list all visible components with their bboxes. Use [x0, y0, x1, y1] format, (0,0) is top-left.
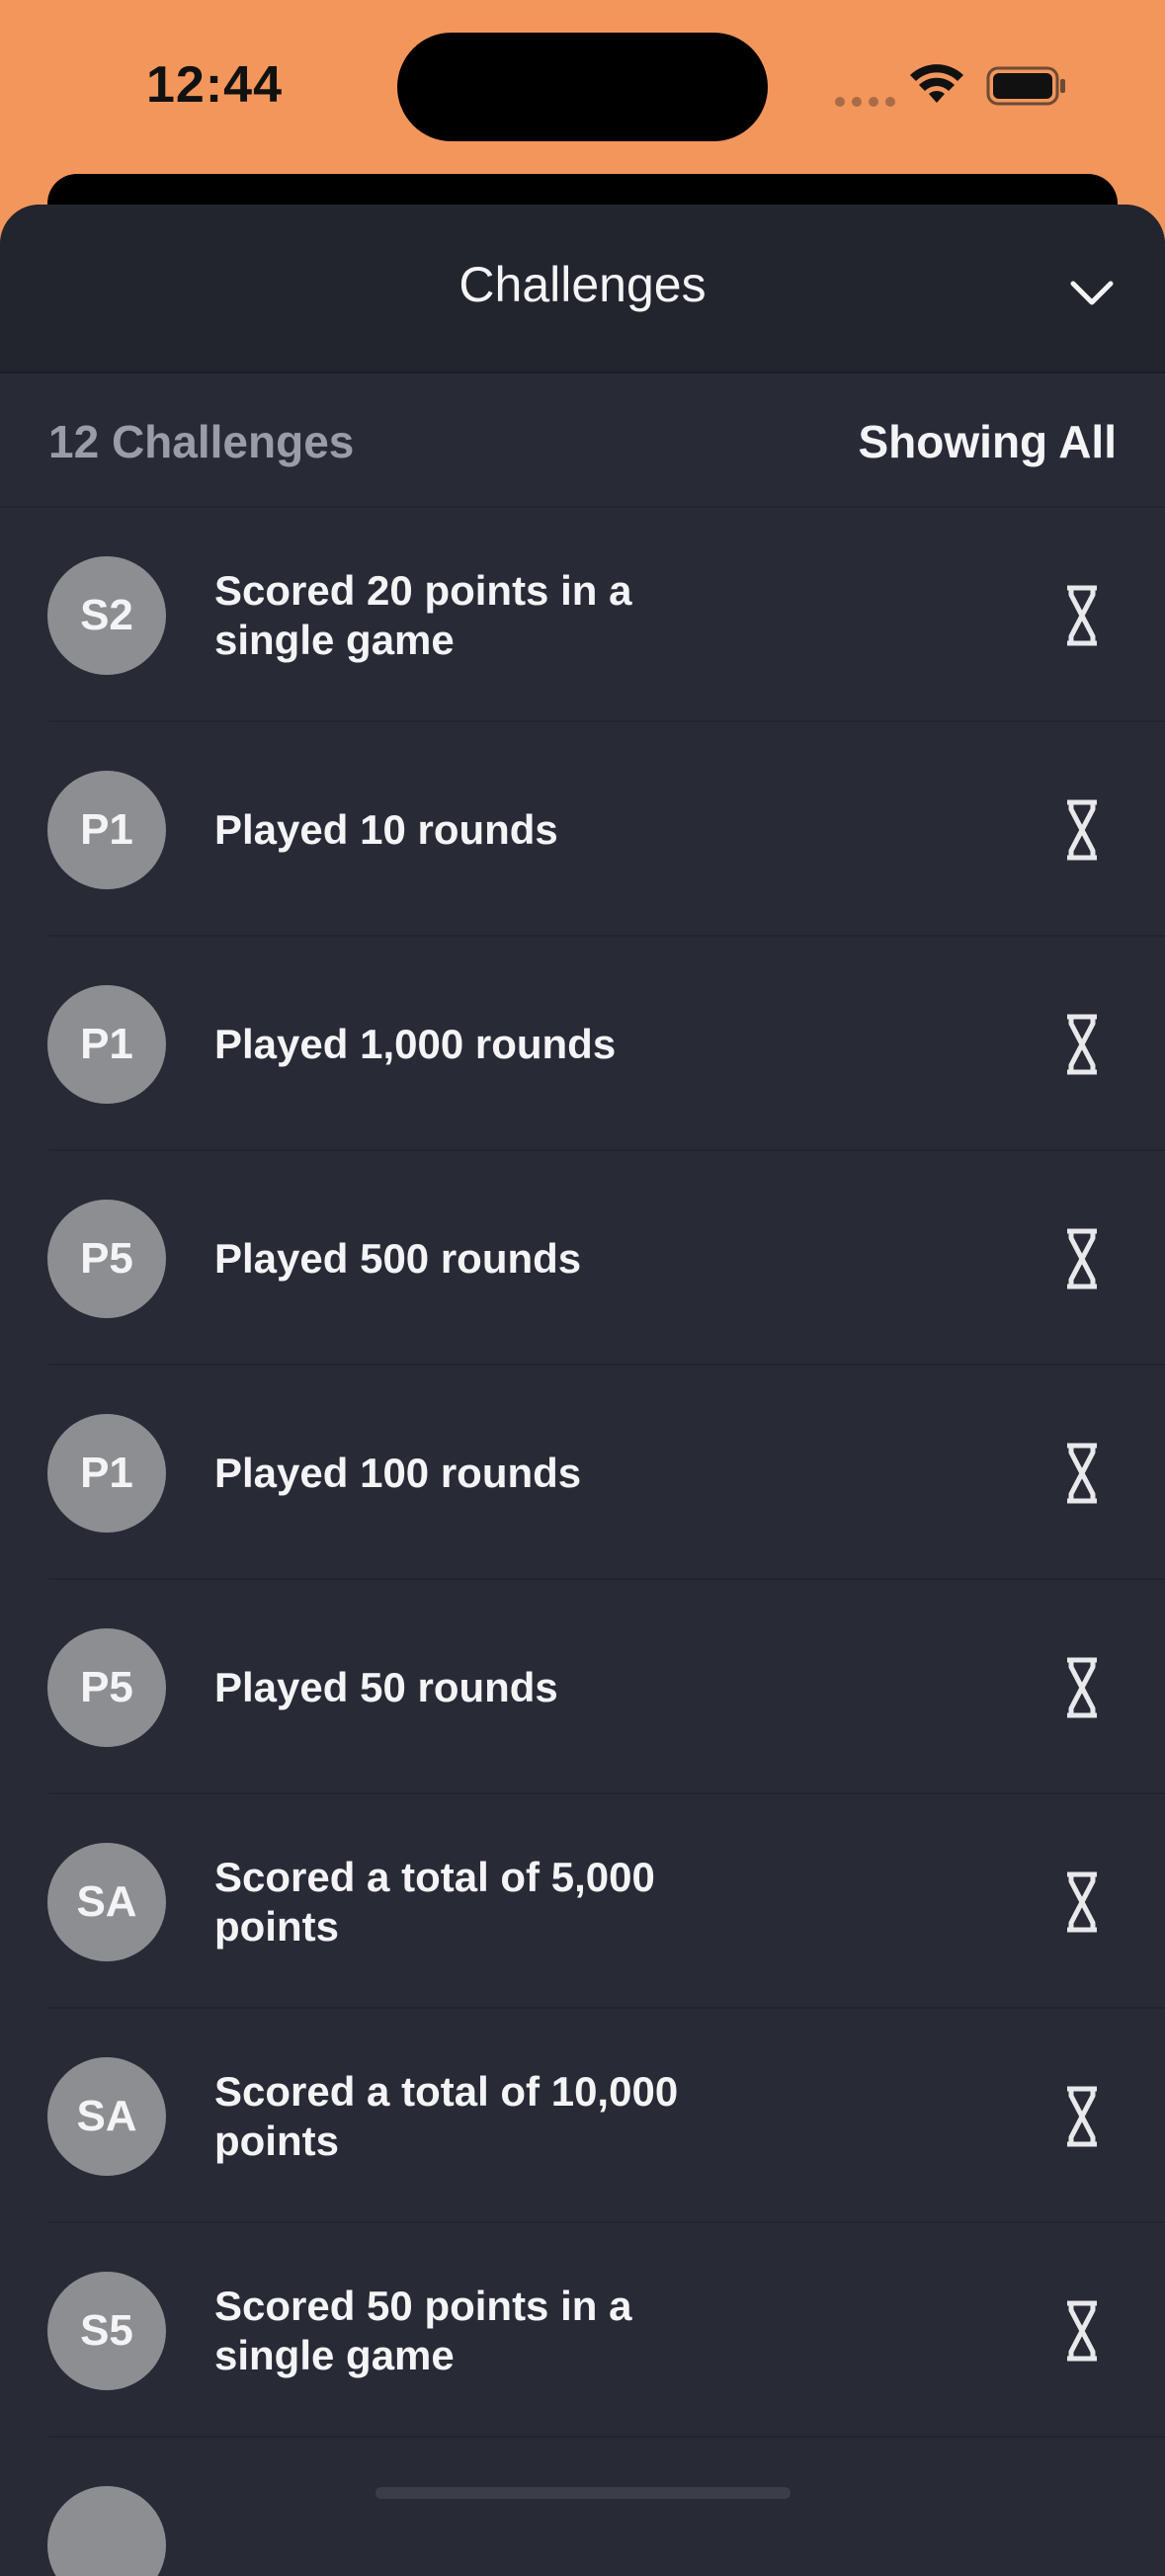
- challenge-badge: SA: [47, 1843, 166, 1961]
- hourglass-icon: [1067, 1871, 1097, 1933]
- challenge-title: Scored 20 points in a single game: [214, 566, 632, 663]
- challenge-row[interactable]: P1 Played 10 rounds: [0, 722, 1165, 937]
- challenges-sheet: Challenges 12 Challenges Showing All S2 …: [0, 205, 1165, 2576]
- challenge-title: Scored a total of 5,000 points: [214, 1853, 655, 1950]
- hourglass-icon: [1067, 2300, 1097, 2362]
- sheet-header: Challenges: [0, 205, 1165, 374]
- challenge-badge: SA: [47, 2057, 166, 2176]
- challenge-badge: P5: [47, 1200, 166, 1318]
- cellular-signal-icon: [835, 94, 902, 112]
- challenge-title: Played 100 rounds: [214, 1449, 582, 1496]
- challenge-row[interactable]: P5 Played 500 rounds: [0, 1151, 1165, 1366]
- challenge-row[interactable]: P1 Played 100 rounds: [0, 1366, 1165, 1580]
- challenge-list: S2 Scored 20 points in a single game P1 …: [0, 508, 1165, 2576]
- hourglass-icon: [1067, 1228, 1097, 1289]
- status-bar: 12:44: [0, 0, 1165, 168]
- challenge-badge: P5: [47, 1628, 166, 1747]
- challenge-badge: S5: [47, 2272, 166, 2390]
- home-indicator[interactable]: [375, 2487, 791, 2499]
- challenge-row[interactable]: S2 Scored 20 points in a single game: [0, 508, 1165, 722]
- challenge-badge: S2: [47, 556, 166, 675]
- challenge-badge: [47, 2486, 166, 2576]
- hourglass-icon: [1067, 1014, 1097, 1075]
- hourglass-icon: [1067, 585, 1097, 646]
- chevron-down-icon: [1070, 281, 1114, 305]
- hourglass-icon: [1067, 799, 1097, 861]
- dynamic-island: [397, 33, 768, 141]
- challenge-title: Played 50 rounds: [214, 1663, 558, 1710]
- collapse-button[interactable]: [1062, 264, 1122, 323]
- challenge-row[interactable]: P1 Played 1,000 rounds: [0, 937, 1165, 1151]
- challenge-title: Played 10 rounds: [214, 805, 558, 853]
- challenge-row[interactable]: [0, 2438, 1165, 2576]
- hourglass-icon: [1067, 2086, 1097, 2147]
- hourglass-icon: [1067, 1443, 1097, 1504]
- challenge-row[interactable]: SA Scored a total of 5,000 points: [0, 1794, 1165, 2009]
- sheet-title: Challenges: [458, 257, 707, 312]
- challenge-title: Scored 50 points in a single game: [214, 2282, 632, 2378]
- challenge-badge: P1: [47, 985, 166, 1104]
- filter-button[interactable]: Showing All: [859, 415, 1118, 468]
- challenge-row[interactable]: S5 Scored 50 points in a single game: [0, 2223, 1165, 2438]
- summary-bar: 12 Challenges Showing All: [0, 374, 1165, 508]
- challenge-badge: P1: [47, 771, 166, 889]
- challenge-badge: P1: [47, 1414, 166, 1533]
- challenge-count: 12 Challenges: [48, 416, 355, 467]
- challenge-title: Played 1,000 rounds: [214, 1020, 617, 1067]
- challenge-title: Scored a total of 10,000 points: [214, 2067, 679, 2164]
- challenge-title: Played 500 rounds: [214, 1234, 582, 1282]
- challenge-title: [214, 2438, 728, 2576]
- wifi-icon: [910, 64, 963, 103]
- battery-icon: [986, 66, 1065, 106]
- challenge-row[interactable]: SA Scored a total of 10,000 points: [0, 2009, 1165, 2223]
- hourglass-icon: [1067, 1657, 1097, 1718]
- challenge-row[interactable]: P5 Played 50 rounds: [0, 1580, 1165, 1794]
- status-time: 12:44: [146, 56, 283, 114]
